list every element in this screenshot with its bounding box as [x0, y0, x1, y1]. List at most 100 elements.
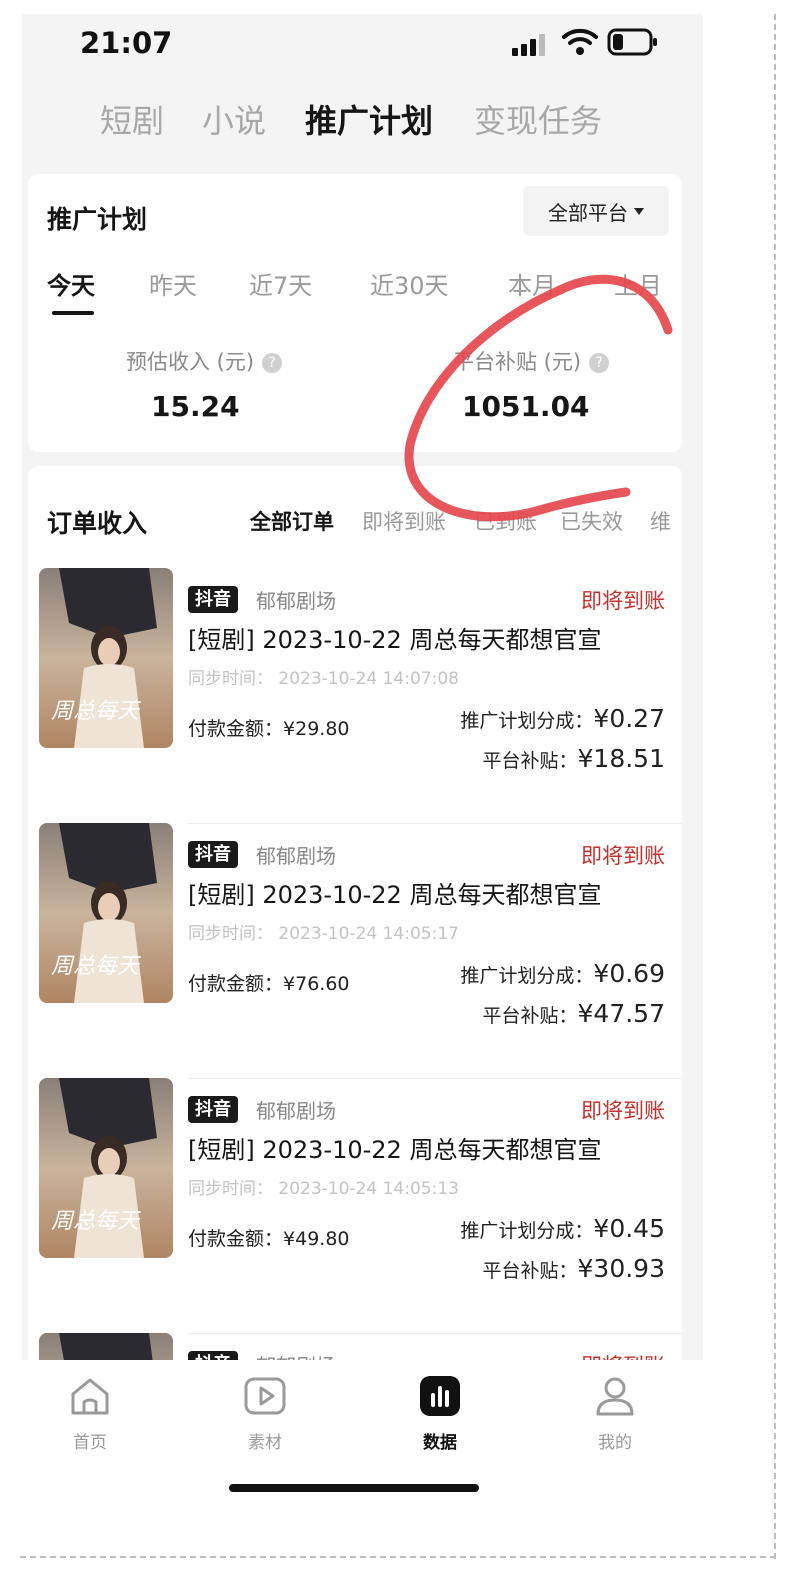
- plan-share: 推广计划分成：¥0.45: [460, 1214, 665, 1243]
- tab-novel[interactable]: 小说: [202, 96, 266, 142]
- share-value: ¥0.69: [593, 959, 665, 988]
- screenshot-frame: 21:07 短剧 小说 推广计划 变现任务 推广计划 全部平台 今天 昨天 近7…: [0, 0, 797, 1578]
- tab-promotion-plan[interactable]: 推广计划: [305, 96, 433, 142]
- pay-amount: 付款金额：¥29.80: [188, 714, 350, 741]
- share-label: 推广计划分成：: [460, 710, 594, 732]
- promotion-plan-card: 推广计划 全部平台 今天 昨天 近7天 近30天 本月 上月 预估收入 (元)?…: [28, 174, 682, 452]
- order-title: [短剧] 2023-10-22 周总每天都想官宣: [188, 1136, 602, 1164]
- sync-time-label: 同步时间：: [188, 669, 273, 689]
- order-source: 郁郁剧场: [256, 844, 336, 868]
- share-label: 推广计划分成：: [460, 965, 594, 987]
- pay-amount: 付款金额：¥76.60: [188, 969, 350, 996]
- subsidy: 平台补贴：¥47.57: [483, 999, 666, 1028]
- plan-share: 推广计划分成：¥0.69: [460, 959, 665, 988]
- orders-card-title: 订单收入: [47, 509, 148, 538]
- wifi-icon: [562, 28, 598, 55]
- order-item[interactable]: 周总每天 抖音 郁郁剧场 即将到账 [短剧] 2023-10-22 周总每天都想…: [28, 568, 682, 824]
- pay-value: ¥29.80: [283, 718, 350, 740]
- cellular-signal-icon: [512, 34, 545, 56]
- nav-materials[interactable]: 素材: [215, 1374, 315, 1453]
- subsidy-label: 平台补贴：: [482, 750, 578, 772]
- sync-time: 同步时间： 2023-10-24 14:07:08: [188, 664, 459, 689]
- person-icon: [596, 1377, 634, 1416]
- order-source: 郁郁剧场: [256, 1099, 336, 1123]
- sync-time-label: 同步时间：: [188, 1179, 273, 1199]
- subsidy-value: ¥30.93: [577, 1254, 665, 1283]
- order-filter-more[interactable]: 维: [650, 506, 671, 536]
- order-title: [短剧] 2023-10-22 周总每天都想官宣: [188, 626, 602, 654]
- svg-text:周总每天: 周总每天: [51, 954, 141, 979]
- pay-label: 付款金额：: [188, 1228, 284, 1250]
- order-status: 即将到账: [581, 1099, 665, 1123]
- period-tab-7days[interactable]: 近7天: [249, 266, 312, 301]
- subsidy-label: 平台补贴：: [482, 1005, 578, 1027]
- period-tab-today[interactable]: 今天: [47, 266, 95, 301]
- order-source: 郁郁剧场: [256, 589, 336, 613]
- pay-value: ¥76.60: [283, 973, 350, 995]
- nav-home[interactable]: 首页: [40, 1374, 140, 1453]
- order-filter-pending[interactable]: 即将到账: [362, 506, 446, 536]
- nav-data[interactable]: 数据: [390, 1374, 490, 1453]
- period-tab-this-month[interactable]: 本月: [508, 266, 556, 301]
- platform-subsidy-value: 1051.04: [462, 390, 590, 423]
- help-icon[interactable]: ?: [262, 353, 283, 373]
- sync-time: 同步时间： 2023-10-24 14:05:17: [188, 919, 459, 944]
- home-indicator[interactable]: [229, 1484, 479, 1492]
- nav-profile-label: 我的: [598, 1433, 632, 1453]
- bar-chart-icon: [420, 1376, 460, 1416]
- period-tab-yesterday[interactable]: 昨天: [149, 266, 197, 301]
- battery-icon: [607, 28, 657, 56]
- drama-poster-thumbnail: 周总每天: [39, 823, 173, 1003]
- order-item[interactable]: 周总每天 抖音 郁郁剧场 即将到账 [短剧] 2023-10-22 周总每天都想…: [28, 1078, 682, 1334]
- phone-screen: 21:07 短剧 小说 推广计划 变现任务 推广计划 全部平台 今天 昨天 近7…: [22, 14, 703, 1546]
- subsidy: 平台补贴：¥30.93: [483, 1254, 666, 1283]
- pay-value: ¥49.80: [283, 1228, 350, 1250]
- svg-text:周总每天: 周总每天: [51, 1209, 141, 1234]
- subsidy: 平台补贴：¥18.51: [483, 744, 666, 773]
- drama-poster-thumbnail: 周总每天: [39, 568, 173, 748]
- tab-short-drama[interactable]: 短剧: [100, 96, 164, 142]
- nav-home-label: 首页: [73, 1433, 107, 1453]
- share-value: ¥0.45: [593, 1214, 665, 1243]
- plan-share: 推广计划分成：¥0.27: [460, 704, 665, 733]
- order-item[interactable]: 周总每天 抖音 郁郁剧场 即将到账 [短剧] 2023-10-22 周总每天都想…: [28, 823, 682, 1079]
- pay-label: 付款金额：: [188, 718, 284, 740]
- tab-monetize-tasks[interactable]: 变现任务: [474, 96, 602, 142]
- bottom-navigation: 首页 素材 数据 我的: [22, 1360, 703, 1546]
- order-status: 即将到账: [581, 589, 665, 613]
- pay-label: 付款金额：: [188, 973, 284, 995]
- period-tab-last-month[interactable]: 上月: [614, 266, 662, 301]
- order-status: 即将到账: [581, 844, 665, 868]
- video-play-icon: [244, 1377, 286, 1415]
- order-title: [短剧] 2023-10-22 周总每天都想官宣: [188, 881, 602, 909]
- top-tabs: 短剧 小说 推广计划 变现任务: [22, 96, 703, 146]
- platform-badge: 抖音: [188, 586, 238, 613]
- sync-time-value: 2023-10-24 14:05:13: [278, 1179, 459, 1199]
- order-filter-received[interactable]: 已到账: [474, 506, 537, 536]
- subsidy-value: ¥18.51: [577, 744, 665, 773]
- sync-time-label: 同步时间：: [188, 924, 273, 944]
- platform-badge: 抖音: [188, 1096, 238, 1123]
- estimated-income-label: 预估收入 (元)?: [126, 346, 283, 376]
- share-label: 推广计划分成：: [460, 1220, 594, 1242]
- platform-filter-dropdown[interactable]: 全部平台: [523, 186, 669, 236]
- active-period-indicator: [52, 311, 94, 315]
- sync-time-value: 2023-10-24 14:07:08: [278, 669, 459, 689]
- share-value: ¥0.27: [593, 704, 665, 733]
- order-filter-expired[interactable]: 已失效: [560, 506, 623, 536]
- caret-down-icon: [634, 207, 644, 215]
- pay-amount: 付款金额：¥49.80: [188, 1224, 350, 1251]
- period-tab-30days[interactable]: 近30天: [370, 266, 449, 301]
- nav-data-label: 数据: [423, 1433, 457, 1453]
- order-filter-all[interactable]: 全部订单: [250, 506, 334, 536]
- nav-profile[interactable]: 我的: [565, 1374, 665, 1453]
- platform-badge: 抖音: [188, 841, 238, 868]
- svg-text:周总每天: 周总每天: [51, 699, 141, 724]
- subsidy-label: 平台补贴：: [482, 1260, 578, 1282]
- help-icon[interactable]: ?: [589, 353, 610, 373]
- platform-subsidy-label-text: 平台补贴 (元): [453, 350, 582, 374]
- status-bar: 21:07: [22, 14, 703, 74]
- estimated-income-label-text: 预估收入 (元): [126, 350, 255, 374]
- frame-border-right: [774, 14, 776, 1559]
- plan-card-title: 推广计划: [47, 205, 148, 234]
